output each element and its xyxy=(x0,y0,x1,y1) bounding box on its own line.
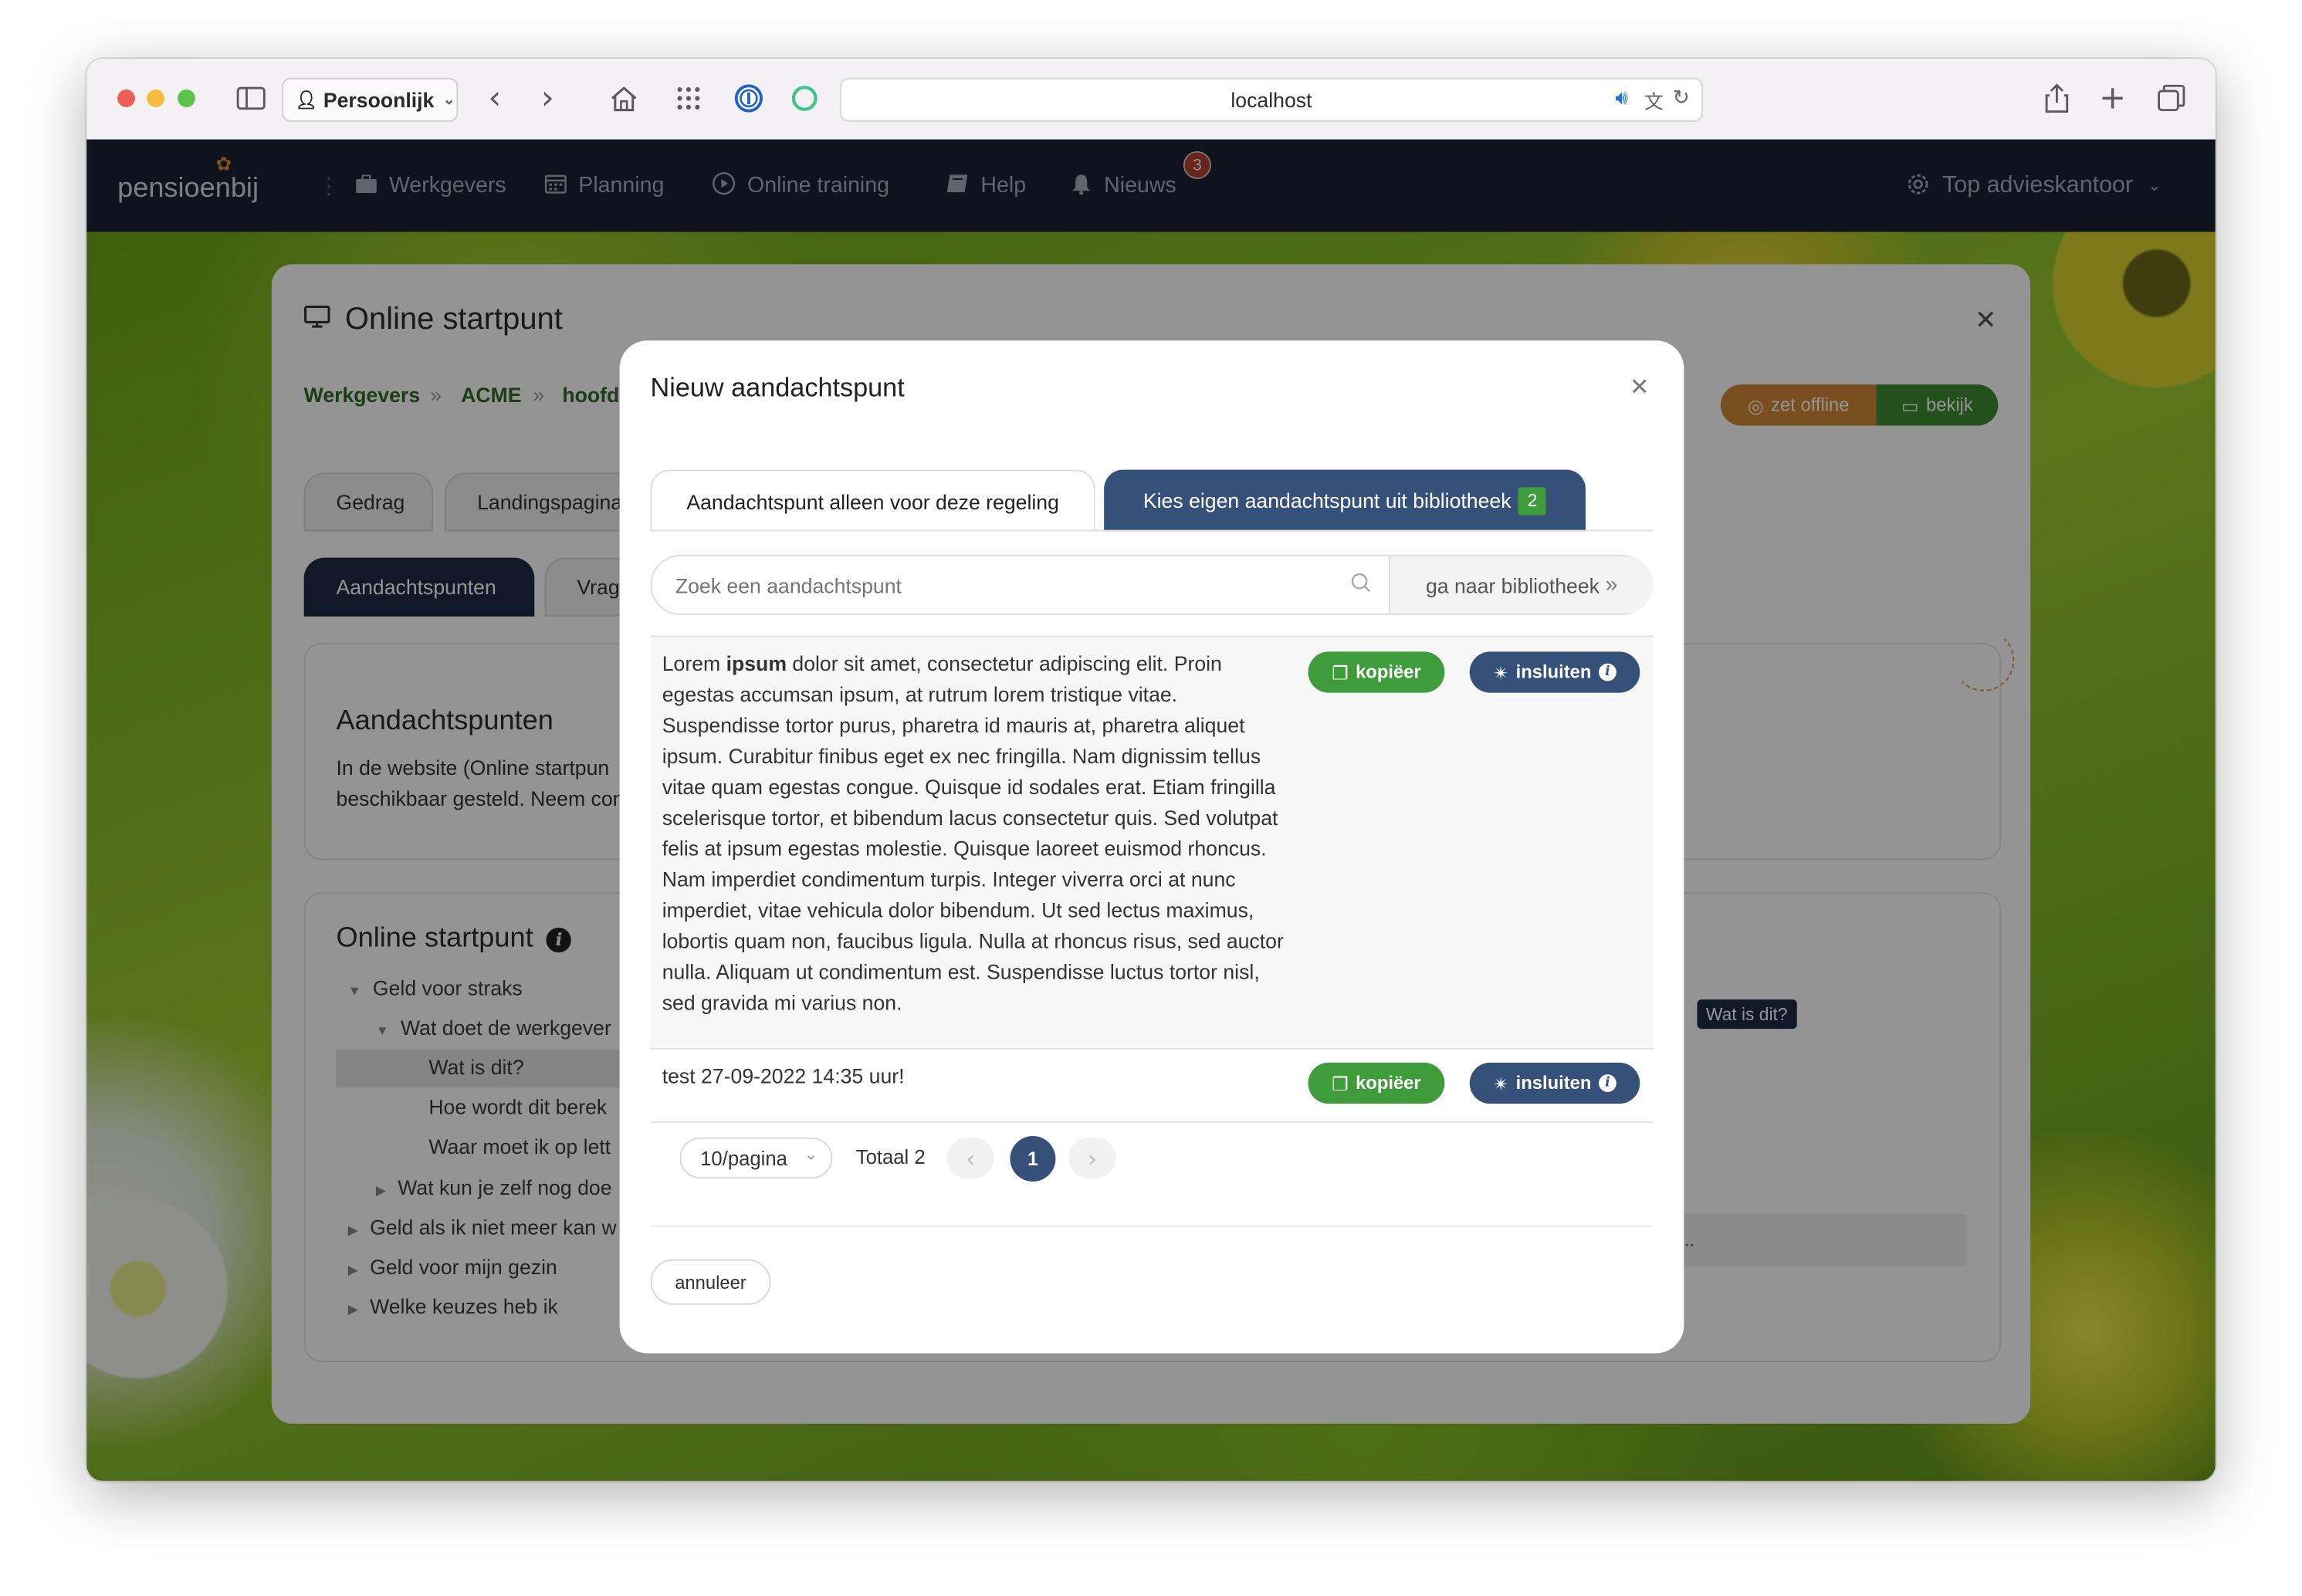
profile-label: Persoonlijk xyxy=(323,88,435,112)
double-chevron-right-icon: » xyxy=(1605,572,1618,598)
copy-label: kopiëer xyxy=(1356,1073,1421,1094)
library-link-label: ga naar bibliotheek xyxy=(1425,573,1600,597)
embed-label: insluiten xyxy=(1515,661,1592,683)
new-tab-icon[interactable]: + xyxy=(2095,80,2131,117)
share-icon[interactable] xyxy=(2040,83,2075,115)
chevron-down-icon: ⌄ xyxy=(442,91,455,108)
cancel-label: annuleer xyxy=(675,1271,746,1293)
sidebar-toggle-icon[interactable] xyxy=(233,83,269,115)
prev-page-button[interactable]: ‹ xyxy=(946,1137,994,1179)
item-text: Lorem ipsum dolor sit amet, consectetur … xyxy=(662,651,1284,1015)
tab-label: Kies eigen aandachtspunt uit bibliotheek xyxy=(1143,489,1512,512)
footer-divider xyxy=(650,1226,1654,1227)
total-count: Totaal 2 xyxy=(855,1146,926,1168)
browser-window: 👤︎ Persoonlijk ⌄ ‹ › localhost 🔊︎ 文 ↻ + xyxy=(86,59,2216,1481)
per-page-select[interactable]: 10/pagina ⌄ xyxy=(679,1137,833,1179)
modal-title: Nieuw aandachtspunt xyxy=(650,373,905,403)
sparkle-icon: ✴ xyxy=(1493,1074,1509,1094)
minimize-window-button[interactable] xyxy=(147,90,165,107)
sparkle-icon: ✴ xyxy=(1493,662,1509,684)
close-icon[interactable]: ✕ xyxy=(1630,373,1649,401)
count-badge: 2 xyxy=(1518,486,1547,515)
person-icon: 👤︎ xyxy=(295,90,318,110)
tabs-overview-icon[interactable] xyxy=(2154,83,2189,115)
copy-icon: ❐ xyxy=(1332,662,1349,684)
speaker-icon[interactable]: 🔊︎ xyxy=(1615,85,1628,110)
home-icon[interactable] xyxy=(606,83,642,115)
cancel-button[interactable]: annuleer xyxy=(650,1259,771,1305)
tab-label: Aandachtspunt alleen voor deze regeling xyxy=(686,489,1059,513)
embed-button[interactable]: ✴ insluiten i xyxy=(1469,651,1640,693)
reload-icon[interactable]: ↻ xyxy=(1673,85,1690,110)
library-link-button[interactable]: ga naar bibliotheek » xyxy=(1389,556,1654,614)
url-text: localhost xyxy=(1231,88,1312,112)
new-attention-point-modal: Nieuw aandachtspunt ✕ Aandachtspunt alle… xyxy=(619,340,1684,1354)
zoom-window-button[interactable] xyxy=(178,90,195,107)
page-1-button[interactable]: 1 xyxy=(1010,1135,1056,1182)
info-icon: i xyxy=(1598,1074,1616,1092)
extension-circle-icon[interactable] xyxy=(787,83,822,115)
embed-label: insluiten xyxy=(1515,1073,1592,1094)
copy-button[interactable]: ❐ kopiëer xyxy=(1308,651,1445,693)
browser-toolbar: 👤︎ Persoonlijk ⌄ ‹ › localhost 🔊︎ 文 ↻ + xyxy=(86,59,2216,141)
chevron-down-icon: ⌄ xyxy=(804,1146,818,1165)
search-box: ga naar bibliotheek » xyxy=(650,554,1654,615)
profile-selector[interactable]: 👤︎ Persoonlijk ⌄ xyxy=(282,77,459,122)
translate-icon[interactable]: 文 xyxy=(1644,86,1664,114)
close-window-button[interactable] xyxy=(117,90,135,107)
tab-underline xyxy=(650,529,1654,532)
info-icon: i xyxy=(1598,663,1616,681)
tab-regeling[interactable]: Aandachtspunt alleen voor deze regeling xyxy=(650,469,1095,532)
password-manager-icon[interactable] xyxy=(731,83,767,115)
per-page-value: 10/pagina xyxy=(700,1147,787,1169)
copy-button[interactable]: ❐ kopiëer xyxy=(1308,1062,1445,1104)
item-text: test 27-09-2022 14:35 uur! xyxy=(662,1063,905,1088)
next-page-button[interactable]: › xyxy=(1068,1137,1116,1179)
forward-icon[interactable]: › xyxy=(530,80,566,117)
search-input[interactable] xyxy=(672,567,1339,604)
tab-bibliotheek[interactable]: Kies eigen aandachtspunt uit bibliotheek… xyxy=(1104,469,1586,532)
embed-button[interactable]: ✴ insluiten i xyxy=(1469,1062,1640,1104)
list-item: Lorem ipsum dolor sit amet, consectetur … xyxy=(650,635,1654,1050)
back-icon[interactable]: ‹ xyxy=(477,80,513,117)
search-icon[interactable] xyxy=(1351,571,1372,599)
apps-grid-icon[interactable] xyxy=(671,83,706,115)
copy-icon: ❐ xyxy=(1332,1074,1349,1094)
address-bar[interactable]: localhost 🔊︎ 文 ↻ xyxy=(839,77,1704,122)
copy-label: kopiëer xyxy=(1356,661,1421,683)
list-item: test 27-09-2022 14:35 uur! ❐ kopiëer ✴ i… xyxy=(650,1047,1654,1123)
